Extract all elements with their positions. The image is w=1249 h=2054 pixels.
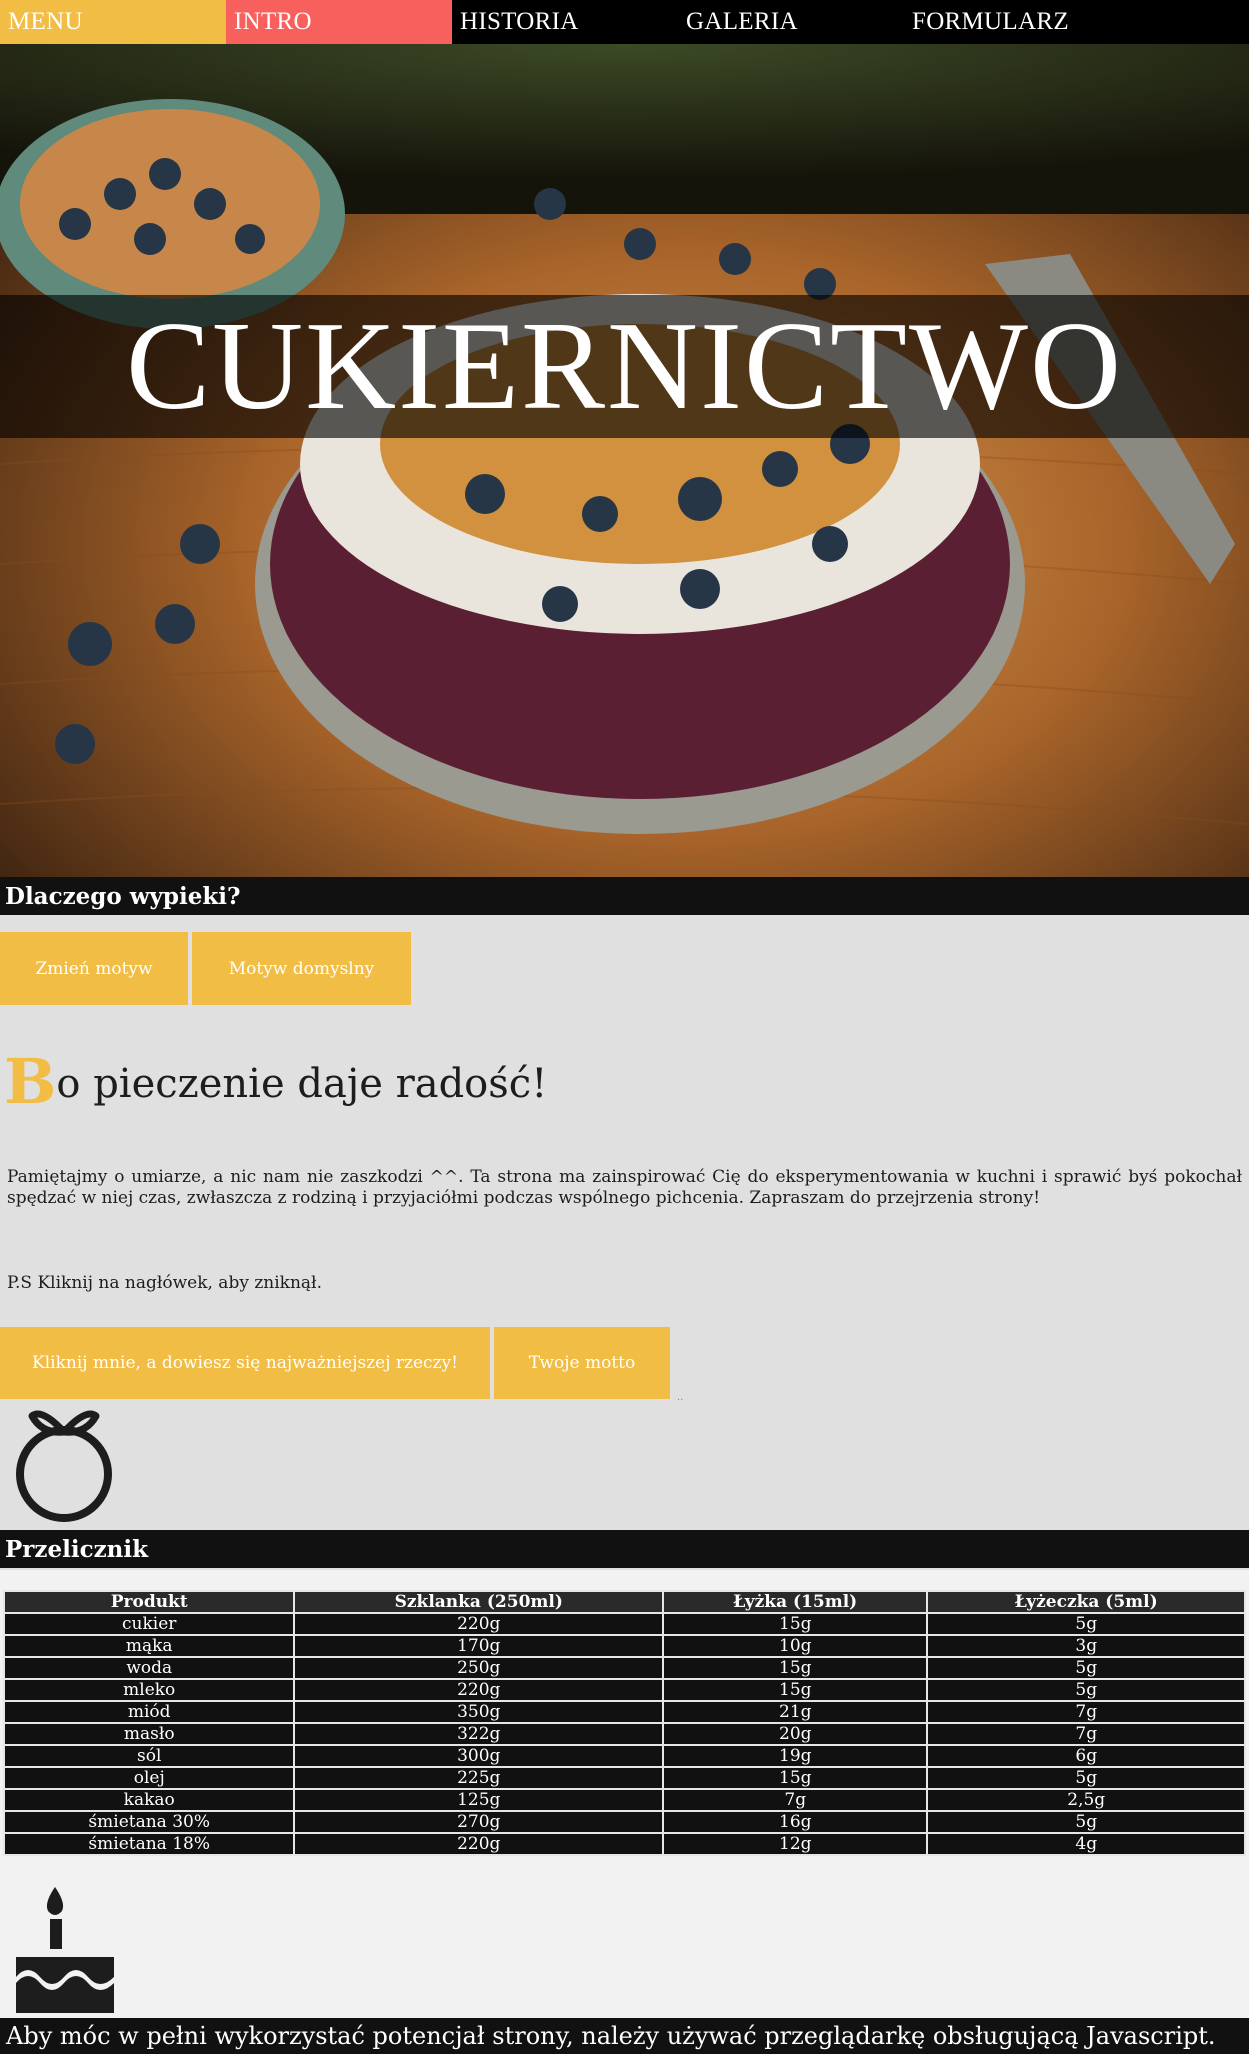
cell-tablespoon: 10g — [662, 1634, 929, 1658]
hero-title[interactable]: CUKIERNICTWO — [126, 303, 1123, 430]
cake-photo-illustration — [0, 44, 1249, 877]
conversion-table: Produkt Szklanka (250ml) Łyżka (15ml) Ły… — [2, 1590, 1246, 1856]
cell-teaspoon: 5g — [926, 1612, 1246, 1636]
nav-item-historia[interactable]: HISTORIA — [452, 0, 678, 44]
cell-teaspoon: 7g — [926, 1700, 1246, 1724]
table-row: śmietana 30% 270g 16g 5g — [2, 1810, 1246, 1834]
cell-product: masło — [2, 1722, 296, 1746]
table-row: woda 250g 15g 5g — [2, 1656, 1246, 1680]
table-row: mleko 220g 15g 5g — [2, 1678, 1246, 1702]
cell-teaspoon: 3g — [926, 1634, 1246, 1658]
footer-javascript-notice: Aby móc w pełni wykorzystać potencjał st… — [0, 2018, 1249, 2054]
nav-item-intro[interactable]: INTRO — [226, 0, 452, 44]
intro-paragraph: Pamiętajmy o umiarze, a nic nam nie zasz… — [7, 1167, 1242, 1208]
cell-tablespoon: 21g — [662, 1700, 929, 1724]
column-header-tablespoon: Łyżka (15ml) — [662, 1590, 929, 1614]
table-header-row: Produkt Szklanka (250ml) Łyżka (15ml) Ły… — [2, 1590, 1246, 1614]
cell-teaspoon: 7g — [926, 1722, 1246, 1746]
cell-tablespoon: 15g — [662, 1612, 929, 1636]
cell-product: mąka — [2, 1634, 296, 1658]
converter-table-area: Produkt Szklanka (250ml) Łyżka (15ml) Ły… — [0, 1570, 1249, 2018]
cell-teaspoon: 4g — [926, 1832, 1246, 1856]
cell-product: cukier — [2, 1612, 296, 1636]
hero-title-band: CUKIERNICTWO — [0, 295, 1249, 438]
lead-heading-text: o pieczenie daje radość! — [56, 1061, 548, 1107]
nav-item-galeria[interactable]: GALERIA — [678, 0, 904, 44]
cell-tablespoon: 20g — [662, 1722, 929, 1746]
cell-product: sól — [2, 1744, 296, 1768]
lead-heading: Bo pieczenie daje radość! — [4, 1045, 547, 1118]
cell-teaspoon: 2,5g — [926, 1788, 1246, 1812]
cell-tablespoon: 15g — [662, 1678, 929, 1702]
cell-product: śmietana 18% — [2, 1832, 296, 1856]
important-thing-button[interactable]: Kliknij mnie, a dowiesz się najważniejsz… — [0, 1327, 490, 1399]
cell-glass: 125g — [293, 1788, 665, 1812]
cell-teaspoon: 5g — [926, 1678, 1246, 1702]
cell-glass: 322g — [293, 1722, 665, 1746]
birthday-cake-icon — [10, 1885, 120, 2015]
section-header-why-baking[interactable]: Dlaczego wypieki? — [0, 877, 1249, 915]
cell-product: śmietana 30% — [2, 1810, 296, 1834]
table-row: kakao 125g 7g 2,5g — [2, 1788, 1246, 1812]
lead-drop-cap: B — [4, 1045, 57, 1118]
nav-item-menu[interactable]: MENU — [0, 0, 226, 44]
cell-glass: 220g — [293, 1678, 665, 1702]
cell-teaspoon: 5g — [926, 1810, 1246, 1834]
cell-tablespoon: 15g — [662, 1656, 929, 1680]
cell-product: miód — [2, 1700, 296, 1724]
ps-note: P.S Kliknij na nagłówek, aby zniknął. — [7, 1273, 322, 1293]
orange-fruit-icon — [12, 1400, 116, 1528]
cell-glass: 270g — [293, 1810, 665, 1834]
column-header-glass: Szklanka (250ml) — [293, 1590, 665, 1614]
cell-glass: 250g — [293, 1656, 665, 1680]
table-row: mąka 170g 10g 3g — [2, 1634, 1246, 1658]
cell-glass: 220g — [293, 1832, 665, 1856]
table-row: miód 350g 21g 7g — [2, 1700, 1246, 1724]
change-theme-button[interactable]: Zmień motyw — [0, 932, 188, 1005]
cell-teaspoon: 5g — [926, 1656, 1246, 1680]
cell-teaspoon: 6g — [926, 1744, 1246, 1768]
cell-product: woda — [2, 1656, 296, 1680]
cell-tablespoon: 15g — [662, 1766, 929, 1790]
table-row: sól 300g 19g 6g — [2, 1744, 1246, 1768]
column-header-product: Produkt — [2, 1590, 296, 1614]
table-row: olej 225g 15g 5g — [2, 1766, 1246, 1790]
cell-teaspoon: 5g — [926, 1766, 1246, 1790]
table-row: masło 322g 20g 7g — [2, 1722, 1246, 1746]
cell-glass: 170g — [293, 1634, 665, 1658]
cell-glass: 300g — [293, 1744, 665, 1768]
column-header-teaspoon: Łyżeczka (5ml) — [926, 1590, 1246, 1614]
cell-product: mleko — [2, 1678, 296, 1702]
cell-tablespoon: 16g — [662, 1810, 929, 1834]
nav-item-formularz[interactable]: FORMULARZ — [904, 0, 1130, 44]
cell-product: olej — [2, 1766, 296, 1790]
cell-glass: 350g — [293, 1700, 665, 1724]
default-theme-button[interactable]: Motyw domyslny — [192, 932, 411, 1005]
cell-tablespoon: 19g — [662, 1744, 929, 1768]
motto-button[interactable]: Twoje motto — [494, 1327, 670, 1399]
cell-product: kakao — [2, 1788, 296, 1812]
hero-image: CUKIERNICTWO — [0, 44, 1249, 877]
cell-glass: 225g — [293, 1766, 665, 1790]
cell-tablespoon: 7g — [662, 1788, 929, 1812]
cell-glass: 220g — [293, 1612, 665, 1636]
section-header-converter[interactable]: Przelicznik — [0, 1530, 1249, 1568]
table-row: śmietana 18% 220g 12g 4g — [2, 1832, 1246, 1856]
table-row: cukier 220g 15g 5g — [2, 1612, 1246, 1636]
top-navigation: MENU INTRO HISTORIA GALERIA FORMULARZ — [0, 0, 1249, 44]
cell-tablespoon: 12g — [662, 1832, 929, 1856]
dots-text: .. — [677, 1392, 684, 1403]
